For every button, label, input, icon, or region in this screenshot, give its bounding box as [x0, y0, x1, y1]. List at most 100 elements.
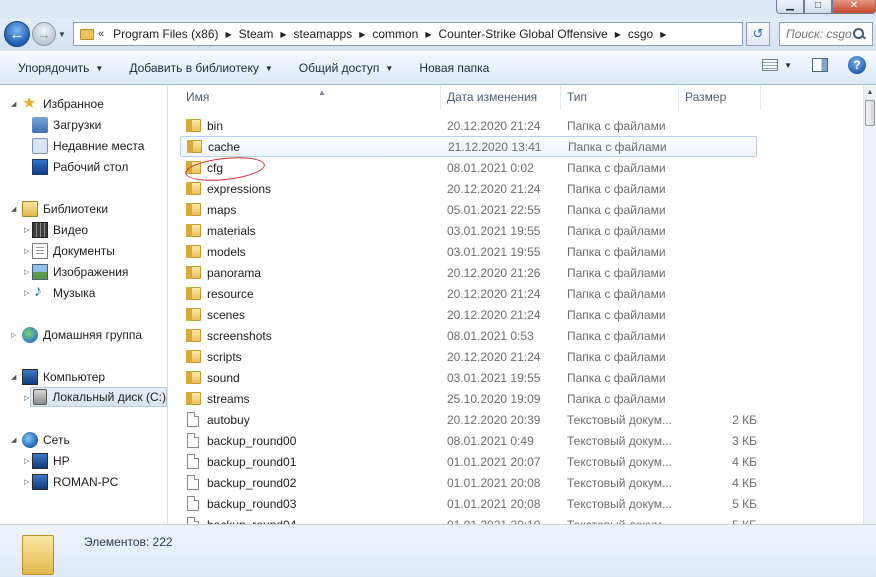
expand-icon[interactable]: ▷ [24, 268, 29, 276]
expand-icon[interactable]: ▷ [24, 478, 29, 486]
recent-pages-button[interactable]: ▼ [58, 30, 68, 40]
file-row[interactable]: backup_round00 08.01.2021 0:49 Текстовый д… [180, 430, 757, 451]
chevron-right-icon[interactable]: ▶ [421, 30, 435, 39]
preview-pane-icon[interactable] [812, 58, 828, 72]
search-box[interactable] [779, 22, 873, 46]
column-header-size[interactable]: Размер [679, 86, 761, 110]
column-header-name[interactable]: Имя ▲ [180, 86, 441, 110]
file-row[interactable]: screenshots 08.01.2021 0:53 Папка с файлам… [180, 325, 757, 346]
help-icon[interactable]: ? [848, 56, 866, 74]
collapse-icon[interactable]: ◢ [11, 373, 16, 381]
sidebar-item-network[interactable]: Сеть [22, 430, 70, 450]
file-name-cell: sound [186, 371, 240, 385]
file-date: 03.01.2021 19:55 [447, 244, 541, 259]
chevron-down-icon[interactable]: ▼ [784, 61, 792, 70]
sidebar-item-images[interactable]: Изображения [32, 262, 128, 282]
breadcrumb-overflow[interactable]: « [98, 28, 104, 40]
column-header-type[interactable]: Тип [561, 86, 679, 110]
forward-button[interactable]: → [32, 22, 56, 46]
file-row[interactable]: models 03.01.2021 19:55 Папка с файлами [180, 241, 757, 262]
sidebar-item-libraries[interactable]: Библиотеки [22, 199, 108, 219]
file-row[interactable]: expressions 20.12.2020 21:24 Папка с файла… [180, 178, 757, 199]
arrow-left-icon: ← [9, 25, 25, 43]
file-row[interactable]: sound 03.01.2021 19:55 Папка с файлами [180, 367, 757, 388]
chevron-right-icon[interactable]: ▶ [355, 30, 369, 39]
computer-icon [32, 453, 48, 469]
file-row[interactable]: scenes 20.12.2020 21:24 Папка с файлами [180, 304, 757, 325]
search-input[interactable] [780, 27, 852, 41]
file-type: Папка с файлами [567, 118, 666, 133]
file-row[interactable]: backup_round02 01.01.2021 20:08 Текстовый … [180, 472, 757, 493]
search-icon[interactable] [852, 27, 866, 41]
scroll-up-button[interactable]: ▲ [864, 86, 876, 100]
address-bar[interactable]: « Program Files (x86) ▶ Steam ▶ steamapp… [73, 22, 770, 46]
sidebar-item-local-disk[interactable]: Локальный диск (C:) [30, 387, 167, 407]
folder-icon [22, 535, 54, 575]
expand-icon[interactable]: ▷ [24, 226, 29, 234]
file-row[interactable]: streams 25.10.2020 19:09 Папка с файлами [180, 388, 757, 409]
file-row[interactable]: materials 03.01.2021 19:55 Папка с файлами [180, 220, 757, 241]
expand-icon[interactable]: ▷ [11, 331, 16, 339]
organize-button[interactable]: Упорядочить ▼ [8, 55, 113, 81]
share-button[interactable]: Общий доступ ▼ [289, 55, 404, 81]
sidebar-item-downloads[interactable]: Загрузки [32, 115, 101, 135]
computer-icon [22, 369, 38, 385]
new-folder-button[interactable]: Новая папка [409, 55, 499, 81]
file-name-cell: materials [186, 224, 256, 238]
file-row[interactable]: backup_round01 01.01.2021 20:07 Текстовый … [180, 451, 757, 472]
sidebar-item-recent[interactable]: Недавние места [32, 136, 144, 156]
sidebar-item-roman-pc[interactable]: ROMAN-PC [32, 472, 118, 492]
breadcrumb-item[interactable]: csgo [625, 27, 656, 41]
file-row[interactable]: backup_round03 01.01.2021 20:08 Текстовый … [180, 493, 757, 514]
minimize-button[interactable]: ▁ [776, 0, 804, 14]
vertical-scrollbar[interactable]: ▲ [863, 86, 876, 524]
scroll-thumb[interactable] [865, 100, 875, 126]
file-row[interactable]: autobuy 20.12.2020 20:39 Текстовый докум..… [180, 409, 757, 430]
maximize-button[interactable]: □ [804, 0, 832, 14]
chevron-right-icon[interactable]: ▶ [221, 30, 235, 39]
chevron-right-icon[interactable]: ▶ [656, 30, 670, 39]
back-button[interactable]: ← [4, 21, 30, 47]
add-to-library-button[interactable]: Добавить в библиотеку ▼ [119, 55, 282, 81]
file-date: 05.01.2021 22:55 [447, 202, 541, 217]
file-row[interactable]: backup_round0401.01.2021 20:10Текстовый … [180, 514, 757, 524]
column-header-date[interactable]: Дата изменения [441, 86, 561, 110]
file-row[interactable]: panorama 20.12.2020 21:26 Папка с файлами [180, 262, 757, 283]
close-button[interactable]: ✕ [832, 0, 876, 14]
sidebar-item-computer[interactable]: Компьютер [22, 367, 105, 387]
sidebar-item-homegroup[interactable]: Домашняя группа [22, 325, 142, 345]
sidebar-item-documents[interactable]: Документы [32, 241, 115, 261]
file-row[interactable]: resource 20.12.2020 21:24 Папка с файлами [180, 283, 757, 304]
breadcrumb-item[interactable]: Steam [236, 27, 277, 41]
breadcrumb-item[interactable]: common [369, 27, 421, 41]
sidebar-item-hp[interactable]: HP [32, 451, 70, 471]
refresh-button[interactable]: ↺ [746, 22, 770, 46]
file-row[interactable]: cfg 08.01.2021 0:02 Папка с файлами [180, 157, 757, 178]
sidebar-item-video[interactable]: Видео [32, 220, 88, 240]
collapse-icon[interactable]: ◢ [11, 205, 16, 213]
sidebar-item-desktop[interactable]: Рабочий стол [32, 157, 128, 177]
breadcrumb-item[interactable]: Counter-Strike Global Offensive [436, 27, 611, 41]
breadcrumb-item[interactable]: steamapps [290, 27, 355, 41]
expand-icon[interactable]: ▷ [24, 247, 29, 255]
sidebar-item-label: ROMAN-PC [53, 475, 119, 489]
chevron-right-icon[interactable]: ▶ [276, 30, 290, 39]
file-row[interactable]: maps 05.01.2021 22:55 Папка с файлами [180, 199, 757, 220]
file-row[interactable]: bin 20.12.2020 21:24 Папка с файлами [180, 115, 757, 136]
expand-icon[interactable]: ▷ [24, 394, 29, 402]
view-details-icon[interactable] [762, 59, 779, 71]
file-row[interactable]: cache 21.12.2020 13:41 Папка с файлами [180, 136, 757, 157]
downloads-icon [32, 117, 48, 133]
collapse-icon[interactable]: ◢ [11, 436, 16, 444]
file-row[interactable]: scripts 20.12.2020 21:24 Папка с файлами [180, 346, 757, 367]
expand-icon[interactable]: ▷ [24, 457, 29, 465]
chevron-right-icon[interactable]: ▶ [611, 30, 625, 39]
expand-icon[interactable]: ▷ [24, 289, 29, 297]
sidebar-item-label: Компьютер [43, 370, 106, 384]
collapse-icon[interactable]: ◢ [11, 100, 16, 108]
sidebar-item-favorites[interactable]: Избранное [22, 93, 104, 114]
breadcrumb-item[interactable]: Program Files (x86) [110, 27, 221, 41]
sidebar-item-music[interactable]: Музыка [32, 283, 95, 303]
file-type: Папка с файлами [567, 265, 666, 280]
breadcrumb: Program Files (x86) ▶ Steam ▶ steamapps … [110, 27, 670, 41]
